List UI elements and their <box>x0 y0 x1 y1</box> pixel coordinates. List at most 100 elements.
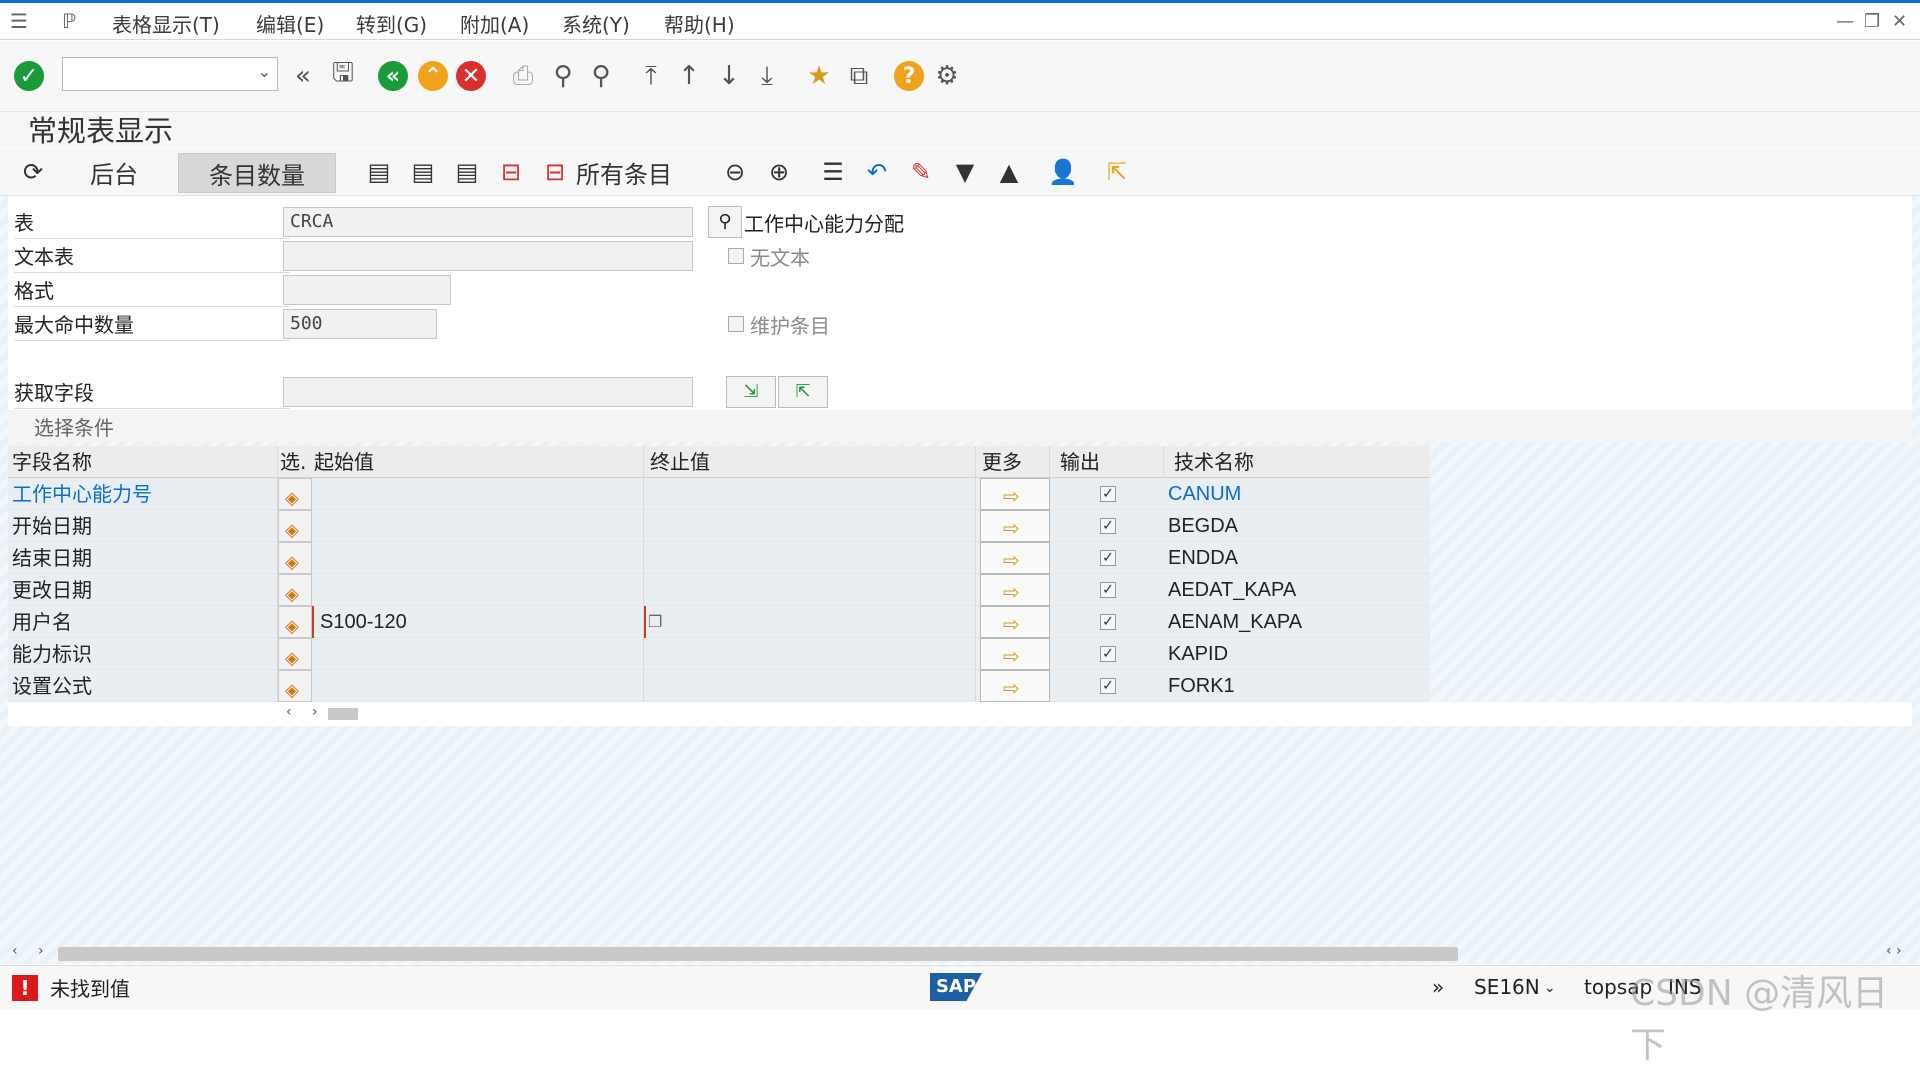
scroll-thumb[interactable] <box>58 947 1458 961</box>
to-value-input[interactable] <box>644 574 976 606</box>
sort-ascending-icon[interactable]: ▲ <box>992 155 1026 189</box>
delete-all-icon[interactable]: ⊟ <box>538 155 572 189</box>
create-session-icon[interactable]: ★ <box>802 59 836 93</box>
from-value-input[interactable] <box>312 638 644 670</box>
first-page-icon[interactable]: ⤒ <box>634 59 668 93</box>
no-text-checkbox[interactable] <box>728 248 744 264</box>
delete-selection-icon[interactable]: ⊟ <box>494 155 528 189</box>
row-field-name[interactable]: 用户名 <box>8 606 278 638</box>
layout-menu-icon[interactable]: ℙ <box>62 9 76 33</box>
from-value-input[interactable] <box>312 574 644 606</box>
last-page-icon[interactable]: ⤓ <box>750 59 784 93</box>
align-center-icon[interactable]: ☰ <box>816 155 850 189</box>
output-checkbox[interactable]: ✓ <box>1100 646 1116 662</box>
to-value-input[interactable] <box>644 670 976 702</box>
undo-icon[interactable]: ↶ <box>860 155 894 189</box>
transaction-code[interactable]: SE16N <box>1474 975 1540 999</box>
next-page-icon[interactable]: ↓ <box>712 59 746 93</box>
row-field-name[interactable]: 工作中心能力号 <box>8 478 278 510</box>
from-value-input[interactable] <box>312 670 644 702</box>
to-value-input[interactable] <box>644 606 976 638</box>
row-field-name[interactable]: 设置公式 <box>8 670 278 702</box>
from-value-input[interactable] <box>312 542 644 574</box>
multiple-selection-button[interactable]: ⇨ <box>980 574 1050 606</box>
background-button[interactable]: 后台 <box>90 153 138 191</box>
change-layout-icon[interactable]: ▤ <box>406 155 440 189</box>
from-value-input[interactable] <box>312 510 644 542</box>
from-value-input[interactable]: S100-120 <box>312 606 644 638</box>
previous-page-icon[interactable]: ↑ <box>672 59 706 93</box>
multiple-selection-button[interactable]: ⇨ <box>980 670 1050 702</box>
exit-icon[interactable]: ⌃ <box>418 61 448 91</box>
menu-extras[interactable]: 附加(A) <box>460 9 529 38</box>
table-field[interactable]: CRCA <box>283 207 693 237</box>
table-search-icon[interactable]: ⚲ <box>708 206 742 238</box>
find-next-icon[interactable]: ⚲ <box>584 59 618 93</box>
restore-icon[interactable]: ❐ <box>1864 11 1880 32</box>
selection-options-button[interactable]: ◈ <box>278 670 312 702</box>
import-fields-icon[interactable]: ⇲ <box>726 376 776 408</box>
multiple-selection-button[interactable]: ⇨ <box>980 606 1050 638</box>
to-value-input[interactable] <box>644 510 976 542</box>
pen-icon[interactable]: ✎ <box>904 155 938 189</box>
selection-options-button[interactable]: ◈ <box>278 638 312 670</box>
enter-check-icon[interactable]: ✓ <box>14 61 44 91</box>
user-settings-icon[interactable]: 👤 <box>1046 155 1080 189</box>
menu-icon[interactable]: ☰ <box>10 9 28 33</box>
selection-options-button[interactable]: ◈ <box>278 478 312 510</box>
menu-system[interactable]: 系统(Y) <box>562 9 630 38</box>
print-icon[interactable]: ⎙ <box>506 59 540 93</box>
zoom-in-icon[interactable]: ⊕ <box>762 155 796 189</box>
expand-status-icon[interactable]: » <box>1432 975 1444 999</box>
get-fields-field[interactable] <box>283 377 693 407</box>
double-left-icon[interactable]: « <box>286 59 320 93</box>
back-icon[interactable]: « <box>378 61 408 91</box>
from-value-input[interactable] <box>312 478 644 510</box>
shortcut-icon[interactable]: ⧉ <box>842 59 876 93</box>
row-field-name[interactable]: 结束日期 <box>8 542 278 574</box>
output-checkbox[interactable]: ✓ <box>1100 614 1116 630</box>
cancel-icon[interactable]: ✕ <box>456 61 486 91</box>
select-layout-icon[interactable]: ▤ <box>362 155 396 189</box>
zoom-out-icon[interactable]: ⊖ <box>718 155 752 189</box>
multiple-selection-button[interactable]: ⇨ <box>980 542 1050 574</box>
value-help-icon[interactable]: ❐ <box>648 612 662 631</box>
save-icon[interactable]: 🖫 <box>326 58 360 93</box>
find-icon[interactable]: ⚲ <box>546 59 580 93</box>
row-field-name[interactable]: 开始日期 <box>8 510 278 542</box>
selection-options-button[interactable]: ◈ <box>278 574 312 606</box>
share-icon[interactable]: ⇱ <box>1100 155 1134 189</box>
multiple-selection-button[interactable]: ⇨ <box>980 638 1050 670</box>
selection-options-button[interactable]: ◈ <box>278 606 312 638</box>
output-checkbox[interactable]: ✓ <box>1100 518 1116 534</box>
scroll-right-icon[interactable]: › <box>312 704 318 720</box>
execute-icon[interactable]: ⟳ <box>16 155 50 189</box>
max-hits-field[interactable]: 500 <box>283 309 437 339</box>
scroll-right-end-icon[interactable]: ‹ › <box>1886 943 1902 959</box>
selection-options-button[interactable]: ◈ <box>278 510 312 542</box>
row-field-name[interactable]: 更改日期 <box>8 574 278 606</box>
menu-goto[interactable]: 转到(G) <box>356 9 427 38</box>
scroll-left-icon[interactable]: ‹ <box>286 704 292 720</box>
output-checkbox[interactable]: ✓ <box>1100 582 1116 598</box>
save-layout-icon[interactable]: ▤ <box>450 155 484 189</box>
multiple-selection-button[interactable]: ⇨ <box>980 478 1050 510</box>
scroll-right-icon[interactable]: › <box>38 943 44 959</box>
to-value-input[interactable] <box>644 542 976 574</box>
chevron-down-icon[interactable]: ⌄ <box>258 62 271 81</box>
output-checkbox[interactable]: ✓ <box>1100 678 1116 694</box>
scroll-left-icon[interactable]: ‹ <box>12 943 18 959</box>
to-value-input[interactable] <box>644 638 976 670</box>
entry-count-button[interactable]: 条目数量 <box>178 153 336 193</box>
text-table-field[interactable] <box>283 241 693 271</box>
to-value-input[interactable] <box>644 478 976 510</box>
status-message[interactable]: 未找到值 <box>50 973 130 1002</box>
export-fields-icon[interactable]: ⇱ <box>778 376 828 408</box>
close-icon[interactable]: ✕ <box>1892 11 1907 32</box>
grid-scroll-thumb[interactable] <box>328 708 358 720</box>
sort-descending-icon[interactable]: ▼ <box>948 155 982 189</box>
output-checkbox[interactable]: ✓ <box>1100 550 1116 566</box>
row-field-name[interactable]: 能力标识 <box>8 638 278 670</box>
selection-options-button[interactable]: ◈ <box>278 542 312 574</box>
settings-gear-icon[interactable]: ⚙ <box>930 59 964 93</box>
